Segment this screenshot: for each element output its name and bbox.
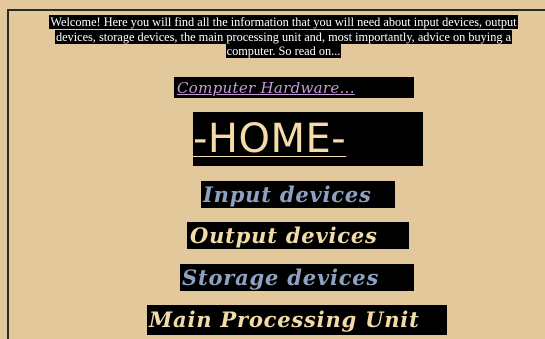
output-devices-link[interactable]: Output devices xyxy=(187,222,409,249)
input-devices-link[interactable]: Input devices xyxy=(201,181,395,208)
home-link[interactable]: -HOME- xyxy=(193,112,423,166)
welcome-line-2: devices, storage devices, the main proce… xyxy=(54,29,513,44)
welcome-line-3: computer. So read on... xyxy=(225,44,342,58)
storage-devices-link[interactable]: Storage devices xyxy=(180,264,414,291)
computer-hardware-link[interactable]: Computer Hardware... xyxy=(174,77,414,98)
welcome-text: Welcome! Here you will find all the info… xyxy=(22,15,545,59)
welcome-line-1: Welcome! Here you will find all the info… xyxy=(49,15,518,29)
main-processing-unit-link[interactable]: Main Processing Unit xyxy=(147,305,447,335)
